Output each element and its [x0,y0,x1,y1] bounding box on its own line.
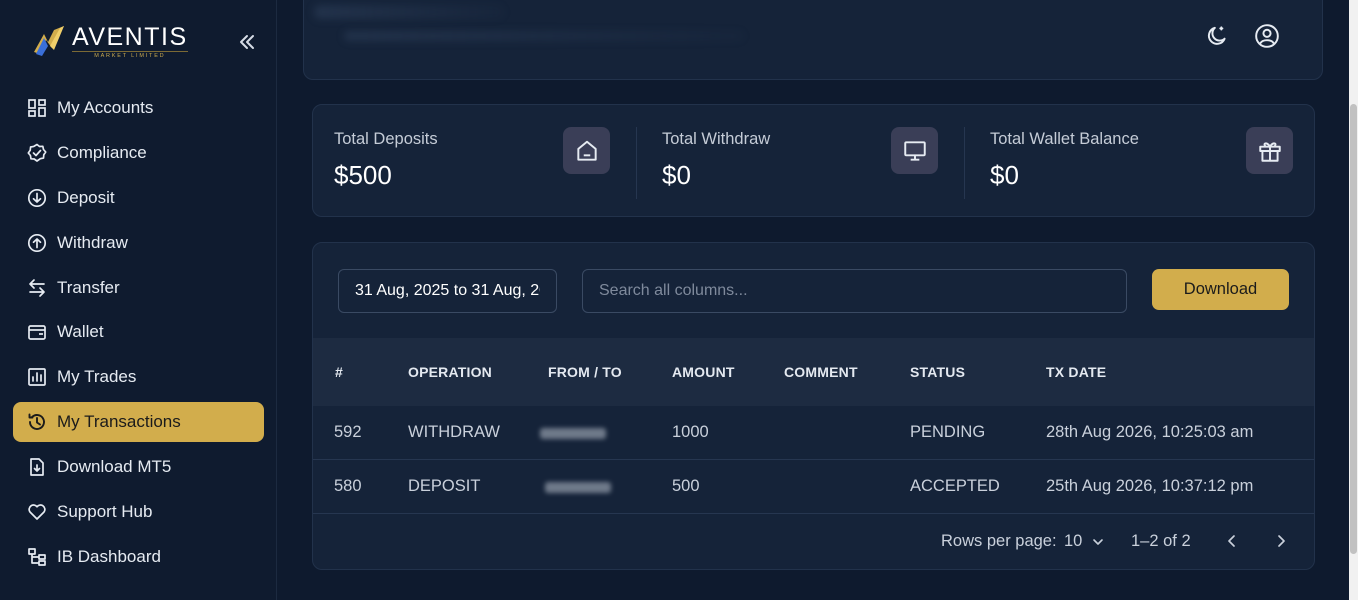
cell-operation: WITHDRAW [408,423,500,441]
column-header-tx-date[interactable]: TX DATE [1046,364,1106,380]
pagination-range: 1–2 of 2 [1131,532,1191,550]
sidebar-item-label: IB Dashboard [57,546,161,566]
history-icon [28,413,45,431]
date-range-input[interactable] [338,269,557,313]
sidebar-item-label: Transfer [57,277,120,297]
sidebar-item-support-hub[interactable]: Support Hub [13,492,264,532]
stat-total-deposits: Total Deposits $500 [313,105,636,218]
brand-tagline: MARKET LIMITED [72,50,188,59]
cell-operation: DEPOSIT [408,477,481,495]
cell-id: 592 [334,423,362,441]
stat-value: $500 [334,160,392,190]
sidebar-item-transfer[interactable]: Transfer [13,268,264,308]
gift-icon [1246,127,1293,174]
cell-tx-date: 25th Aug 2026, 10:37:12 pm [1046,477,1254,495]
sidebar-item-label: Support Hub [57,502,153,522]
badge-check-icon [27,143,47,162]
table-row[interactable]: 580 DEPOSIT 500 ACCEPTED 25th Aug 2026, … [313,460,1314,514]
heart-icon [28,504,46,520]
chevron-right-icon[interactable] [1271,531,1291,551]
sidebar-item-label: My Accounts [57,98,154,117]
sidebar-item-my-accounts[interactable]: My Accounts [13,88,264,128]
sidebar-nav: My Accounts Compliance Deposit Withdraw … [13,88,264,582]
logo-mark-icon [30,22,68,60]
rows-per-page-value: 10 [1064,532,1083,550]
sidebar-item-label: My Transactions [57,412,181,432]
arrow-down-circle-icon [27,188,47,207]
sidebar-item-my-transactions[interactable]: My Transactions [13,402,264,443]
column-header-comment[interactable]: COMMENT [784,364,858,380]
column-header-operation[interactable]: OPERATION [408,364,492,380]
rows-per-page-label: Rows per page: [941,532,1057,550]
sidebar-item-deposit[interactable]: Deposit [13,178,264,218]
sidebar-item-download-mt5[interactable]: Download MT5 [13,447,264,487]
network-icon [28,548,46,566]
redacted-header-subtext [344,31,744,41]
arrow-up-circle-icon [27,233,47,252]
sidebar-item-withdraw[interactable]: Withdraw [13,223,264,263]
cell-from-to-redacted [540,428,606,439]
bar-chart-icon [28,368,46,387]
redacted-header-text [314,5,504,19]
home-icon [563,127,610,174]
column-header-amount[interactable]: AMOUNT [672,364,735,380]
cell-amount: 500 [672,477,700,495]
grid-icon [28,99,46,117]
stat-divider [964,127,965,199]
sidebar: AVENTIS MARKET LIMITED My Accounts Compl… [0,0,277,600]
top-header [303,0,1323,80]
stat-divider [636,127,637,199]
moon-icon[interactable] [1204,23,1230,49]
table-row[interactable]: 592 WITHDRAW 1000 PENDING 28th Aug 2026,… [313,406,1314,460]
sidebar-item-label: Wallet [57,322,104,342]
scrollbar-thumb[interactable] [1350,104,1357,554]
chevron-down-icon [1093,538,1103,545]
sidebar-item-ib-dashboard[interactable]: IB Dashboard [13,537,264,577]
column-header-status[interactable]: STATUS [910,364,965,380]
download-file-icon [30,458,44,476]
stats-panel: Total Deposits $500 Total Withdraw $0 To… [312,104,1315,217]
cell-amount: 1000 [672,423,709,441]
chevron-left-icon[interactable] [1222,531,1242,551]
sidebar-item-my-trades[interactable]: My Trades [13,357,264,397]
user-circle-icon[interactable] [1254,23,1280,49]
brand-logo[interactable]: AVENTIS MARKET LIMITED [30,22,188,60]
sidebar-item-label: Compliance [57,142,147,162]
collapse-sidebar-icon[interactable] [236,31,258,53]
column-header-from-to[interactable]: FROM / TO [548,364,622,380]
monitor-icon [891,127,938,174]
sidebar-item-wallet[interactable]: Wallet [13,312,264,352]
cell-status: PENDING [910,423,986,441]
stat-value: $0 [990,160,1019,190]
cell-status: ACCEPTED [910,477,1000,495]
stat-total-withdraw: Total Withdraw $0 [641,105,964,218]
stat-value: $0 [662,160,691,190]
sidebar-item-label: My Trades [57,367,137,387]
transfer-icon [29,278,45,297]
stat-label: Total Wallet Balance [990,130,1139,148]
stat-label: Total Deposits [334,130,438,148]
stat-label: Total Withdraw [662,130,771,148]
sidebar-item-compliance[interactable]: Compliance [13,133,264,173]
sidebar-item-label: Withdraw [57,232,128,252]
column-header-id[interactable]: # [335,364,343,380]
cell-tx-date: 28th Aug 2026, 10:25:03 am [1046,423,1254,441]
sidebar-item-label: Download MT5 [57,457,172,477]
cell-id: 580 [334,477,362,495]
sidebar-item-label: Deposit [57,187,115,207]
cell-from-to-redacted [545,482,611,493]
transactions-card: Download # OPERATION FROM / TO AMOUNT CO… [312,242,1315,570]
stat-total-wallet-balance: Total Wallet Balance $0 [969,105,1314,218]
page-scrollbar[interactable] [1349,0,1358,600]
brand-name: AVENTIS [72,22,188,51]
search-input[interactable] [582,269,1127,313]
rows-per-page-select[interactable]: 10 [1064,532,1105,551]
download-button[interactable]: Download [1152,269,1289,310]
wallet-icon [28,325,46,341]
table-header: # OPERATION FROM / TO AMOUNT COMMENT STA… [313,338,1314,406]
